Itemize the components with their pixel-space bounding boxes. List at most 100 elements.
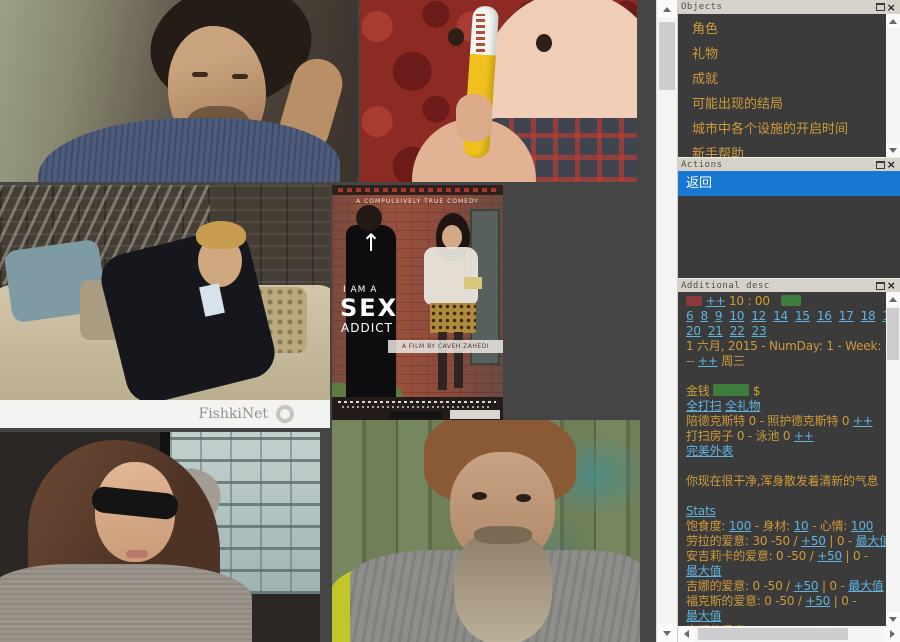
- photo-detail: [332, 185, 503, 195]
- object-item[interactable]: 礼物: [678, 42, 886, 67]
- close-icon: [887, 280, 897, 291]
- scroll-up-button[interactable]: [886, 292, 900, 306]
- desc-line: 劳拉的爱意: 30 -50 / +50 | 0 - 最大值: [686, 534, 886, 549]
- hour-link[interactable]: 6: [686, 309, 693, 323]
- photo-detail: [474, 526, 532, 544]
- hour-link[interactable]: 22: [730, 324, 745, 338]
- poster-title-line2: SEX: [340, 294, 398, 322]
- photo-detail: [430, 303, 476, 333]
- desc-line: 20 21 22 23: [686, 324, 886, 339]
- text-link[interactable]: ++: [853, 414, 873, 428]
- desc-line: 安吉莉卡的爱意: 0 -50 / +50 | 0 -: [686, 549, 886, 564]
- hour-link[interactable]: 14: [773, 309, 788, 323]
- text-link[interactable]: 10: [794, 519, 809, 533]
- main-scrollbar[interactable]: [656, 0, 677, 642]
- photo-child-toothbrush: [360, 0, 637, 182]
- text-run: [770, 294, 781, 308]
- text-link[interactable]: 最大值: [856, 534, 886, 548]
- text-run: | 0 -: [842, 549, 868, 563]
- desc-horizontal-scrollbar[interactable]: [678, 626, 900, 642]
- hour-link[interactable]: 12: [751, 309, 766, 323]
- photo-detail: [442, 225, 462, 249]
- hour-link[interactable]: 10: [729, 309, 744, 323]
- desc-line: 6891012141516171819: [686, 309, 886, 324]
- panel-float-button[interactable]: [875, 280, 886, 291]
- photo-detail: [472, 492, 487, 500]
- panel-close-button[interactable]: [886, 2, 897, 13]
- photo-detail: [464, 277, 482, 289]
- scroll-up-button[interactable]: [657, 0, 677, 18]
- desc-vertical-scrollbar[interactable]: [886, 292, 900, 626]
- text-link[interactable]: 100: [729, 519, 751, 533]
- hour-link[interactable]: 16: [817, 309, 832, 323]
- scroll-down-button[interactable]: [657, 624, 677, 642]
- desc-line: [686, 459, 886, 474]
- desc-line: 全打扫 全礼物: [686, 399, 886, 414]
- scrollbar-thumb[interactable]: [887, 308, 899, 360]
- panel-title: Additional desc: [681, 281, 875, 291]
- text-run: 福克斯的爱意: 0 -50 /: [686, 594, 805, 608]
- text-link[interactable]: +50: [805, 594, 830, 608]
- panel-float-button[interactable]: [875, 2, 886, 13]
- objects-panel-content: 角色礼物成就可能出现的结局城市中各个设施的开启时间新手帮助: [678, 14, 900, 157]
- scrollbar-thumb[interactable]: [698, 628, 848, 640]
- objects-scrollbar[interactable]: [886, 14, 900, 157]
- text-link[interactable]: Stats: [686, 504, 716, 518]
- panel-close-button[interactable]: [886, 280, 897, 291]
- text-link[interactable]: ++: [706, 294, 726, 308]
- text-link[interactable]: 最大值: [848, 579, 883, 593]
- scroll-down-button[interactable]: [886, 143, 900, 157]
- scroll-up-button[interactable]: [886, 14, 900, 28]
- desc-line: 最大值: [686, 564, 886, 579]
- panel-close-button[interactable]: [886, 159, 897, 170]
- scroll-right-button[interactable]: [884, 626, 900, 642]
- text-run: $: [749, 384, 760, 398]
- photo-detail: [454, 532, 552, 642]
- text-link[interactable]: 完美外表: [686, 444, 733, 458]
- photo-man-portrait: [0, 0, 358, 182]
- photo-detail: [126, 550, 148, 558]
- desc-line: [686, 489, 886, 504]
- watermark-strip: FishkiNet: [0, 400, 330, 428]
- photo-detail: [192, 72, 208, 77]
- panel-float-button[interactable]: [875, 159, 886, 170]
- float-icon: [876, 282, 885, 290]
- object-item[interactable]: 成就: [678, 67, 886, 92]
- float-icon: [876, 161, 885, 169]
- object-item[interactable]: 新手帮助: [678, 142, 886, 157]
- hour-link[interactable]: 8: [700, 309, 707, 323]
- text-link[interactable]: +50: [794, 579, 819, 593]
- text-link[interactable]: 100: [851, 519, 873, 533]
- scrollbar-thumb[interactable]: [659, 22, 675, 90]
- object-item[interactable]: 角色: [678, 17, 886, 42]
- action-item-selected[interactable]: 返回: [678, 171, 900, 196]
- text-link[interactable]: +50: [801, 534, 826, 548]
- photo-detail: [516, 494, 531, 502]
- hour-link[interactable]: 21: [708, 324, 723, 338]
- text-run: 周三: [718, 354, 745, 368]
- text-link[interactable]: ++: [794, 429, 814, 443]
- text-run: 饱食度:: [686, 519, 729, 533]
- panel-title: Actions: [681, 160, 875, 170]
- text-link[interactable]: +50: [817, 549, 842, 563]
- scroll-left-button[interactable]: [678, 626, 694, 642]
- hour-link[interactable]: 15: [795, 309, 810, 323]
- object-item[interactable]: 可能出现的结局: [678, 92, 886, 117]
- down-arrow-icon: [663, 631, 671, 636]
- object-item[interactable]: 城市中各个设施的开启时间: [678, 117, 886, 142]
- desc-line: 吉娜的爱意: 0 -50 / +50 | 0 - 最大值: [686, 579, 886, 594]
- hour-link[interactable]: 23: [752, 324, 767, 338]
- hour-link[interactable]: 9: [715, 309, 722, 323]
- hour-link[interactable]: 20: [686, 324, 701, 338]
- hour-link[interactable]: 17: [839, 309, 854, 323]
- objects-panel-titlebar: Objects: [678, 0, 900, 14]
- text-link[interactable]: 最大值: [686, 564, 721, 578]
- text-link[interactable]: 全礼物: [725, 399, 760, 413]
- hour-link[interactable]: 18: [861, 309, 876, 323]
- scroll-down-button[interactable]: [886, 612, 900, 626]
- text-link[interactable]: 最大值: [686, 609, 721, 623]
- text-link[interactable]: 全打扫: [686, 399, 721, 413]
- text-link[interactable]: ++: [698, 354, 718, 368]
- photo-detail: [0, 564, 252, 642]
- desc-text: ++ 10 : 00 6891012141516171819202122231 …: [686, 294, 886, 628]
